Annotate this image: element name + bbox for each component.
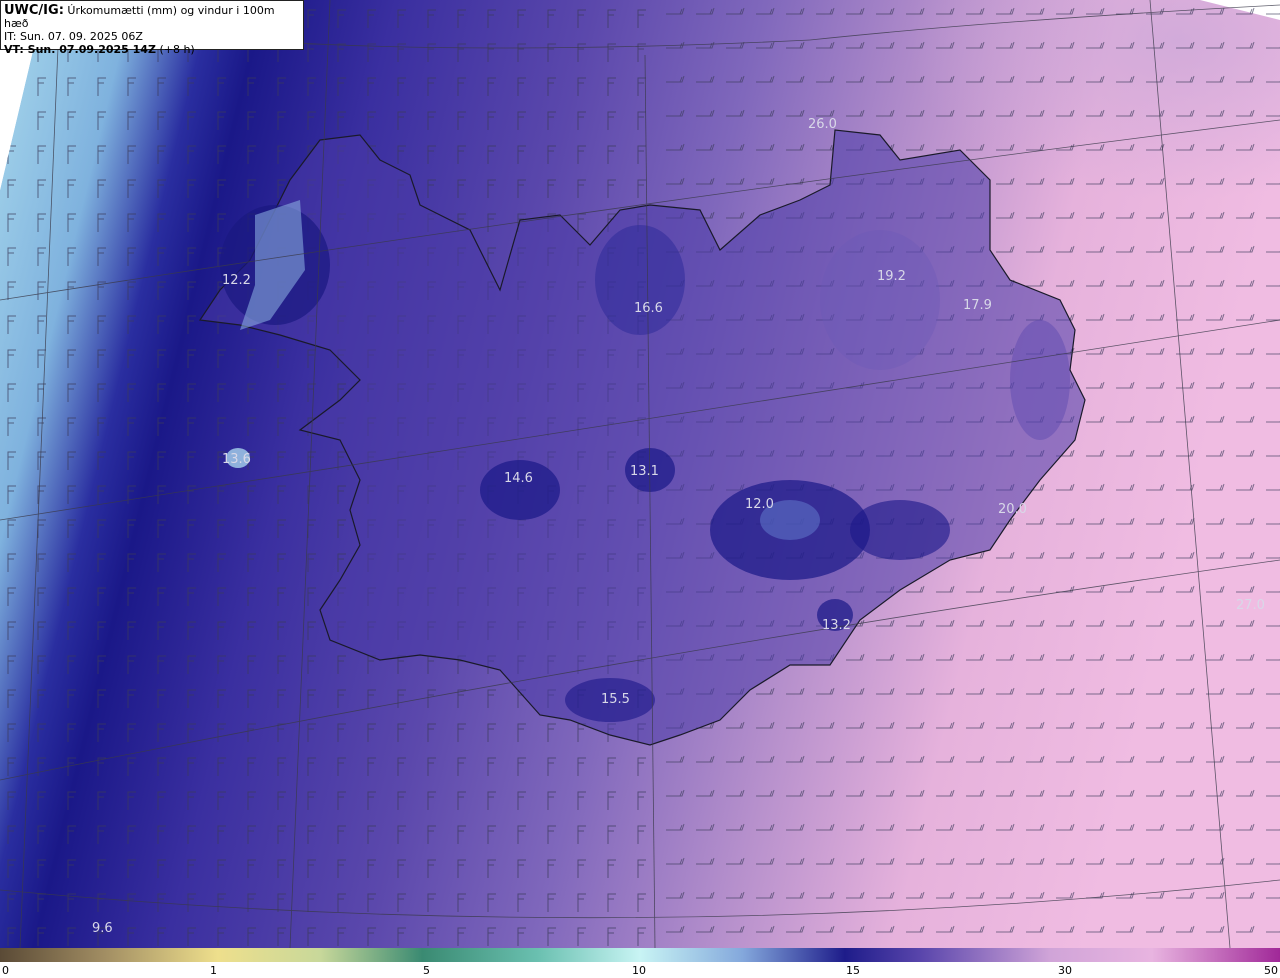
value-label: 16.6 — [634, 301, 663, 316]
colorbar-ticks: 0 1 5 10 15 30 50 — [2, 964, 1278, 977]
colorbar-tick: 5 — [423, 964, 430, 977]
value-label: 12.0 — [745, 497, 774, 512]
value-label: 17.9 — [963, 298, 992, 313]
value-label: 27.0 — [1236, 598, 1265, 613]
value-label: 20.0 — [998, 502, 1027, 517]
colorbar: 0 1 5 10 15 30 50 — [0, 948, 1280, 977]
forecast-offset: (+8 h) — [159, 43, 195, 56]
value-label: 19.2 — [877, 269, 906, 284]
header-line-3: VT: Sun. 07.09.2025 14Z (+8 h) — [4, 43, 300, 56]
colorbar-tick: 15 — [846, 964, 860, 977]
value-label: 13.6 — [222, 452, 251, 467]
issue-time: IT: Sun. 07. 09. 2025 06Z — [4, 30, 143, 43]
value-label: 14.6 — [504, 471, 533, 486]
header-line-1: UWC/IG: Úrkomumætti (mm) og vindur i 100… — [4, 4, 300, 30]
colorbar-tick: 30 — [1058, 964, 1072, 977]
colorbar-tick: 1 — [210, 964, 217, 977]
value-label: 12.2 — [222, 273, 251, 288]
map-header: UWC/IG: Úrkomumætti (mm) og vindur i 100… — [0, 0, 304, 56]
value-label: 13.2 — [822, 618, 851, 633]
value-label: 13.1 — [630, 464, 659, 479]
value-label: 9.6 — [92, 921, 113, 936]
value-label: 26.0 — [808, 117, 837, 132]
value-label: 15.5 — [601, 692, 630, 707]
colorbar-tick: 10 — [632, 964, 646, 977]
colorbar-tick: 0 — [2, 964, 9, 977]
colorbar-gradient — [0, 948, 1280, 962]
precipitable-water-map: 26.0 12.2 16.6 19.2 17.9 13.6 14.6 13.1 … — [0, 0, 1280, 948]
colorbar-tick: 50 — [1264, 964, 1278, 977]
model-name: UWC/IG: — [4, 3, 64, 18]
valid-time: VT: Sun. 07.09.2025 14Z — [4, 43, 156, 56]
